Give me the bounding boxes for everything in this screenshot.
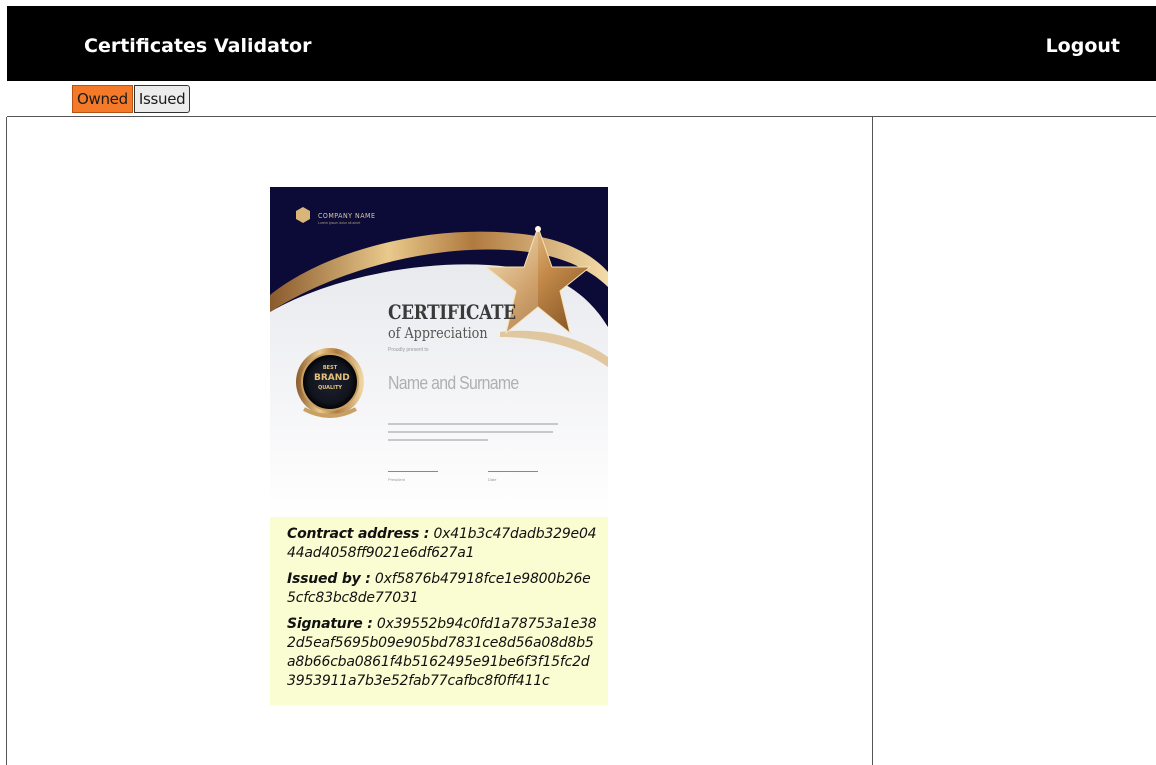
issued-by-row: Issued by : 0xf5876b47918fce1e9800b26e5c…: [287, 570, 598, 608]
certificate-image: COMPANY NAME Lorem ipsum dolor sit amet …: [270, 187, 608, 517]
logout-link[interactable]: Logout: [1046, 34, 1120, 58]
certificate-recipient-name: Name and Surname: [388, 373, 519, 393]
certificate-presented-text: Proudly present to: [388, 347, 429, 353]
certificate-title: CERTIFICATE: [388, 300, 516, 324]
top-navigation-bar: Certificates Validator Logout: [7, 6, 1156, 81]
content-column-divider: [872, 117, 873, 765]
certificate-company-name: COMPANY NAME: [318, 212, 376, 220]
certificate-artwork: [270, 187, 608, 517]
certificate-details: Contract address : 0x41b3c47dadb329e0444…: [270, 517, 608, 705]
signature-label-date: Date: [488, 477, 497, 482]
tab-issued[interactable]: Issued: [133, 85, 191, 113]
nav-validator-link[interactable]: Validator: [214, 34, 311, 58]
content-left-border: [6, 117, 7, 765]
certificate-subtitle: of Appreciation: [388, 324, 488, 342]
contract-address-label: Contract address :: [287, 526, 430, 542]
issued-by-label: Issued by :: [287, 571, 371, 587]
signature-label-president: President: [388, 477, 405, 482]
signature-label: Signature :: [287, 616, 373, 632]
signature-row: Signature : 0x39552b94c0fd1a78753a1e382d…: [287, 615, 598, 691]
contract-address-row: Contract address : 0x41b3c47dadb329e0444…: [287, 525, 598, 563]
nav-certificates-link[interactable]: Certificates: [84, 34, 207, 58]
tab-owned[interactable]: Owned: [72, 85, 133, 113]
content-top-divider: [7, 116, 1156, 117]
certificate-card[interactable]: COMPANY NAME Lorem ipsum dolor sit amet …: [270, 187, 608, 705]
certificate-company-tagline: Lorem ipsum dolor sit amet: [318, 221, 361, 225]
seal-text-brand: BRAND: [314, 373, 350, 383]
seal-text-best: BEST: [322, 365, 338, 371]
seal-text-quality: QUALITY: [317, 385, 343, 391]
certificate-tabs: Owned Issued: [72, 85, 191, 113]
